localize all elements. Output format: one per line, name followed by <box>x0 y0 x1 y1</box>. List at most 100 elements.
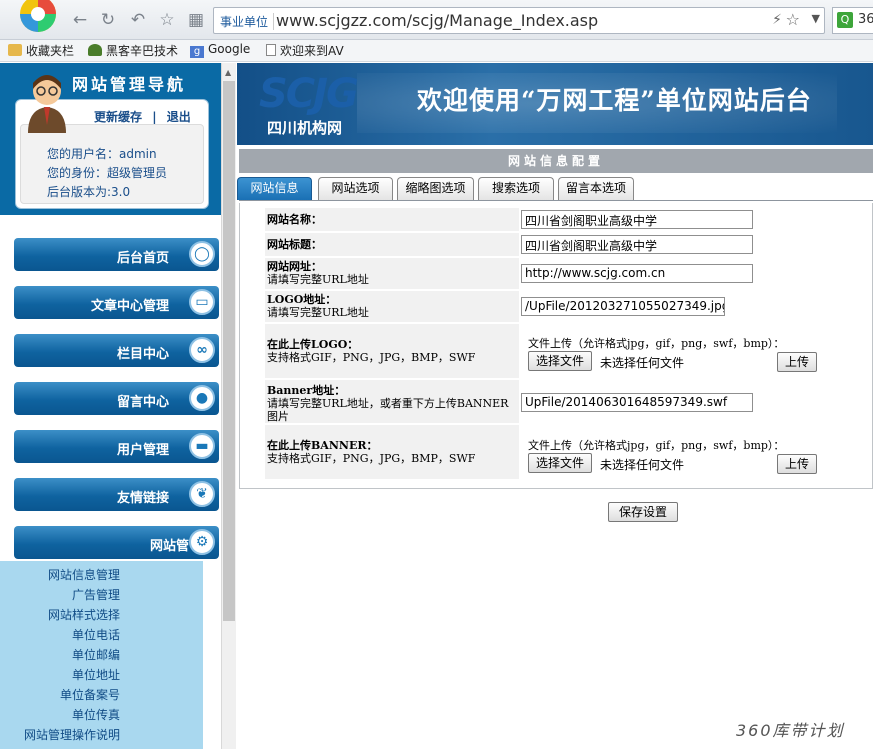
banner-upload-button[interactable]: 上传 <box>777 454 817 474</box>
menu-label: 用户管理 <box>116 443 169 458</box>
tab-divider <box>239 200 873 201</box>
menu-label: 文章中心管理 <box>90 299 169 314</box>
scroll-up-icon[interactable]: ▲ <box>225 68 231 77</box>
tab-guestbook-options[interactable]: 留言本选项 <box>558 177 634 200</box>
bottle-icon: ◯ <box>189 241 215 267</box>
left-navigation: 网站管理导航 更新缓存 | 退出 您的用户名：admin 您的身份：超级管理员 … <box>0 63 221 749</box>
banner-logo: SCJG <box>259 71 359 117</box>
submenu-item[interactable]: 网站管理操作说明 <box>24 726 120 743</box>
tab-thumbnail-options[interactable]: 缩略图选项 <box>397 177 474 200</box>
logo-url-label-cell: LOGO地址： 请填写完整URL地址 <box>265 291 519 322</box>
submenu-item[interactable]: 单位备案号 <box>60 686 120 703</box>
upload-banner-label: 在此上传BANNER： <box>267 439 378 452</box>
apps-grid-icon[interactable]: ▦ <box>186 10 206 30</box>
link-icon: ∞ <box>189 337 215 363</box>
banner-url-label: Banner地址： <box>267 384 346 397</box>
submenu-item[interactable]: 单位电话 <box>72 626 120 643</box>
browser-logo-icon[interactable] <box>8 0 60 40</box>
menu-site-manage[interactable]: 网站管 ⚙ <box>14 526 219 559</box>
page-icon <box>266 44 276 56</box>
submenu-item[interactable]: 单位邮编 <box>72 646 120 663</box>
card-links: 更新缓存 | 退出 <box>94 108 191 125</box>
site-title-input[interactable]: 四川省剑阁职业高级中学 <box>521 235 753 254</box>
upload-logo-label: 在此上传LOGO： <box>267 338 359 351</box>
tab-site-info[interactable]: 网站信息 <box>237 177 312 200</box>
menu-friend-links[interactable]: 友情链接 ❦ <box>14 478 219 511</box>
refresh-cache-link[interactable]: 更新缓存 <box>94 110 142 124</box>
bookmark-hacker[interactable]: 黑客辛巴技术 <box>88 42 178 59</box>
banner-url-label-cell: Banner地址： 请填写完整URL地址，或者重下方上传BANNER图片 <box>265 380 519 423</box>
banner-url-input[interactable]: UpFile/201406301648597349.swf <box>521 393 753 412</box>
upload-logo-hint: 支持格式GIF，PNG，JPG，BMP，SWF <box>267 351 476 364</box>
site-url-input[interactable]: http://www.scjg.com.cn <box>521 264 753 283</box>
google-icon: g <box>190 46 204 58</box>
site-name-input[interactable]: 四川省剑阁职业高级中学 <box>521 210 753 229</box>
bookmark-google[interactable]: g Google <box>190 42 250 58</box>
logo-upload-note: 文件上传（允许格式jpg，gif，png，swf，bmp）： <box>528 337 785 350</box>
left-scrollbar[interactable]: ▲ <box>221 63 236 749</box>
save-settings-button[interactable]: 保存设置 <box>608 502 678 522</box>
submenu-item[interactable]: 单位传真 <box>72 706 120 723</box>
tree-icon <box>88 44 102 56</box>
menu-label: 友情链接 <box>116 491 169 506</box>
favorite-star-icon[interactable]: ☆ <box>157 10 177 30</box>
search-count: 36 <box>858 12 873 27</box>
tab-site-options[interactable]: 网站选项 <box>318 177 393 200</box>
drop-icon: ● <box>189 385 215 411</box>
menu-messages[interactable]: 留言中心 ● <box>14 382 219 415</box>
logo-no-file-text: 未选择任何文件 <box>600 356 685 370</box>
submenu-item[interactable]: 网站信息管理 <box>48 566 120 583</box>
refresh-icon[interactable]: ↻ <box>98 10 118 30</box>
browser-toolbar: ← ↻ ↶ ☆ ▦ 事业单位 www.scjgzz.com/scjg/Manag… <box>0 0 873 40</box>
logout-link[interactable]: 退出 <box>167 110 191 124</box>
bookmark-star-icon[interactable]: ☆ <box>786 10 800 29</box>
menu-users[interactable]: 用户管理 ▬ <box>14 430 219 463</box>
chevron-down-icon[interactable]: ▼ <box>812 12 820 25</box>
search-box[interactable]: Q 36 <box>832 7 873 34</box>
address-url[interactable]: www.scjgzz.com/scjg/Manage_Index.asp <box>276 11 598 30</box>
banner-choose-file-button[interactable]: 选择文件 <box>528 453 592 473</box>
back-icon[interactable]: ← <box>70 10 90 30</box>
avatar <box>28 75 66 133</box>
settings-form: 网站名称： 四川省剑阁职业高级中学 网站标题： 四川省剑阁职业高级中学 网站网址… <box>239 203 873 489</box>
main-content: SCJG 四川机构网 欢迎使用“万网工程”单位网站后台 网站信息配置 网站信息 … <box>237 63 873 749</box>
bookmark-favorites[interactable]: 收藏夹栏 <box>8 42 74 59</box>
site-name-label-cell: 网站名称： <box>265 208 519 231</box>
bookmark-label: 收藏夹栏 <box>26 44 75 58</box>
site-title-label: 网站标题： <box>267 238 322 251</box>
menu-articles[interactable]: 文章中心管理 ▭ <box>14 286 219 319</box>
menu-columns[interactable]: 栏目中心 ∞ <box>14 334 219 367</box>
site-title-label-cell: 网站标题： <box>265 233 519 256</box>
submenu-item[interactable]: 网站样式选择 <box>48 606 120 623</box>
banner-logo-sub: 四川机构网 <box>267 119 343 137</box>
submenu: 网站信息管理 广告管理 网站样式选择 单位电话 单位邮编 单位地址 单位备案号 … <box>0 561 203 749</box>
lightning-icon[interactable]: ⚡ <box>772 12 782 28</box>
logo-url-input[interactable]: /UpFile/201203271055027349.jpg <box>521 297 725 316</box>
leaf-icon: ❦ <box>189 481 215 507</box>
undo-icon[interactable]: ↶ <box>128 10 148 30</box>
address-tag[interactable]: 事业单位 <box>220 13 275 30</box>
menu-label: 栏目中心 <box>116 347 169 362</box>
submenu-item[interactable]: 单位地址 <box>72 666 120 683</box>
menu-home[interactable]: 后台首页 ◯ <box>14 238 219 271</box>
logo-choose-file-button[interactable]: 选择文件 <box>528 351 592 371</box>
logo-url-hint: 请填写完整URL地址 <box>267 306 369 319</box>
bookmark-av[interactable]: 欢迎来到AV <box>266 42 344 59</box>
role-line: 您的身份：超级管理员 <box>47 166 168 180</box>
banner-title: 欢迎使用“万网工程”单位网站后台 <box>417 86 812 115</box>
section-title: 网站信息配置 <box>239 149 873 173</box>
site-url-label-cell: 网站网址： 请填写完整URL地址 <box>265 258 519 289</box>
site-url-hint: 请填写完整URL地址 <box>267 273 369 286</box>
nav-header: 网站管理导航 更新缓存 | 退出 您的用户名：admin 您的身份：超级管理员 … <box>0 63 221 215</box>
submenu-item[interactable]: 广告管理 <box>72 586 120 603</box>
tab-search-options[interactable]: 搜索选项 <box>478 177 554 200</box>
banner: SCJG 四川机构网 欢迎使用“万网工程”单位网站后台 <box>237 63 873 145</box>
address-bar[interactable]: 事业单位 www.scjgzz.com/scjg/Manage_Index.as… <box>213 7 825 34</box>
user-info: 您的用户名：admin 您的身份：超级管理员 后台版本为:3.0 <box>20 124 204 204</box>
bookmark-label: 欢迎来到AV <box>280 44 344 58</box>
watermark: 360库带计划 <box>736 721 845 740</box>
logo-upload-button[interactable]: 上传 <box>777 352 817 372</box>
nav-title: 网站管理导航 <box>72 75 187 94</box>
scroll-thumb[interactable] <box>223 81 235 621</box>
username-line: 您的用户名：admin <box>47 147 157 161</box>
